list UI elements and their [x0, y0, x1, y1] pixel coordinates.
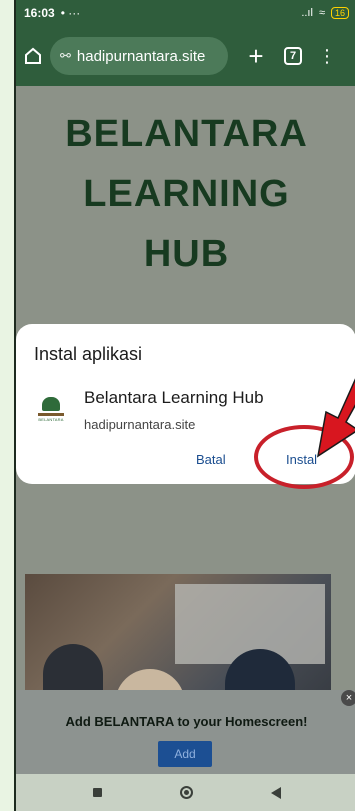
new-tab-button[interactable]: + [242, 43, 270, 69]
hero-title-line-1: BELANTARA [65, 113, 308, 155]
status-right: ..ıl ≈ 16 [301, 7, 349, 19]
hero-title-line-2: LEARNING [83, 173, 290, 215]
more-menu-icon[interactable]: ⋮ [318, 47, 336, 65]
battery-icon: 16 [330, 7, 349, 19]
address-bar[interactable]: ⚯ hadipurnantara.site [50, 37, 228, 75]
close-icon[interactable]: × [341, 690, 355, 706]
homescreen-banner: × Add BELANTARA to your Homescreen! Add [16, 690, 355, 774]
home-nav-icon[interactable] [179, 786, 193, 799]
app-logo-base [38, 412, 64, 416]
back-icon[interactable] [270, 786, 281, 799]
recents-icon[interactable] [92, 788, 102, 797]
phone-screen: 16:03 • ··· ..ıl ≈ 16 ⚯ hadipurnantara.s… [14, 0, 355, 811]
app-logo-icon: BELANTARA [34, 392, 68, 426]
app-url: hadipurnantara.site [84, 417, 196, 432]
dialog-title: Instal aplikasi [34, 344, 143, 364]
hero-title: BELANTARA LEARNING HUB [16, 104, 355, 284]
app-logo-text: BELANTARA [38, 416, 64, 422]
home-icon[interactable] [22, 45, 44, 67]
url-text: hadipurnantara.site [76, 47, 206, 65]
hero-title-line-3: HUB [143, 233, 230, 275]
notification-icons: • ··· [60, 6, 81, 20]
site-settings-icon[interactable]: ⚯ [60, 48, 71, 64]
status-time: 16:03 [24, 6, 55, 20]
wifi-icon: ≈ [318, 7, 325, 19]
annotation-arrow-icon [316, 378, 355, 458]
banner-text: Add BELANTARA to your Homescreen! [65, 714, 308, 729]
app-name: Belantara Learning Hub [84, 388, 264, 407]
system-nav-bar [16, 774, 355, 811]
browser-toolbar: ⚯ hadipurnantara.site + 7 ⋮ [16, 26, 355, 86]
signal-icon: ..ıl [301, 7, 313, 19]
add-button[interactable]: Add [158, 741, 212, 767]
app-logo-leaf [42, 396, 60, 411]
cancel-button[interactable]: Batal [196, 452, 226, 467]
tab-switcher-button[interactable]: 7 [284, 47, 302, 65]
status-bar: 16:03 • ··· ..ıl ≈ 16 [16, 0, 355, 26]
